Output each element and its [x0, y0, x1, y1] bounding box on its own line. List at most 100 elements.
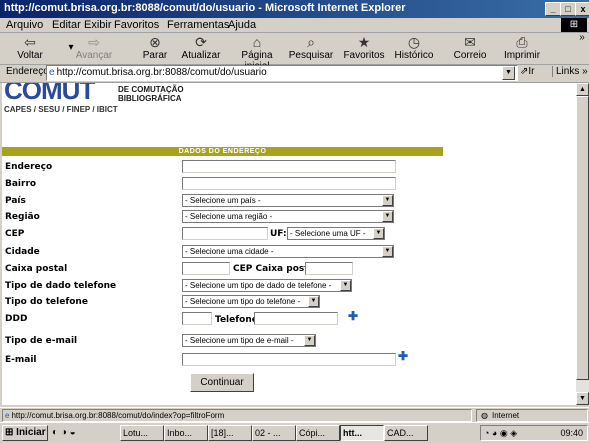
vertical-scrollbar[interactable]: ▲ ▼: [576, 83, 589, 405]
menu-editar[interactable]: Editar: [52, 19, 81, 31]
label-cidade: Cidade: [5, 247, 40, 257]
add-email-icon[interactable]: ✚: [398, 349, 408, 363]
minimize-button[interactable]: _: [545, 2, 561, 16]
back-arrow-icon: ⇦: [24, 34, 36, 50]
menu-bar: Arquivo Editar Exibir Favoritos Ferramen…: [0, 18, 589, 33]
section-title: DADOS DO ENDEREÇO: [2, 147, 443, 156]
address-label: Endereço: [6, 66, 49, 77]
label-regiao: Região: [5, 212, 40, 222]
menu-ajuda[interactable]: Ajuda: [228, 19, 256, 31]
window-title: http://comut.brisa.org.br:8088/comut/do/…: [4, 2, 406, 14]
label-tipo-email: Tipo de e-mail: [5, 336, 78, 346]
stop-icon: ⊗: [149, 34, 161, 50]
tipo-telefone-select[interactable]: - Selecione um tipo do telefone - ▼: [182, 295, 320, 308]
windows-logo-icon: ⊞: [561, 18, 587, 32]
back-button[interactable]: ⇦ Voltar: [10, 34, 50, 61]
mail-button[interactable]: ✉ Correio: [452, 34, 488, 61]
print-icon: ⎙: [516, 34, 528, 50]
home-icon: ⌂: [252, 34, 262, 50]
label-pais: País: [5, 196, 26, 206]
chevron-down-icon: ▼: [382, 211, 393, 222]
caixa-postal-input[interactable]: [182, 262, 230, 275]
email-input[interactable]: [182, 353, 396, 366]
label-tipo-dado-telefone: Tipo de dado telefone: [5, 281, 117, 291]
history-button[interactable]: ◷ Histórico: [393, 34, 435, 61]
start-button[interactable]: ⊞ Iniciar: [2, 425, 48, 441]
task-lotus[interactable]: Lotu...: [120, 425, 164, 441]
stop-button[interactable]: ⊗ Parar: [138, 34, 172, 61]
title-bar: http://comut.brisa.org.br:8088/comut/do/…: [0, 0, 589, 18]
menu-exibir[interactable]: Exibir: [84, 19, 112, 31]
label-cep: CEP: [5, 229, 25, 239]
task-18[interactable]: [18]...: [208, 425, 252, 441]
taskbar: ⊞ Iniciar ◐ ◑ ◒ Lotu... Inbo... [18]... …: [0, 422, 589, 443]
bairro-input[interactable]: [182, 177, 396, 190]
forward-button[interactable]: ⇨ Avançar: [70, 34, 118, 61]
chevron-down-icon: ▼: [382, 246, 393, 257]
task-inbox[interactable]: Inbo...: [164, 425, 208, 441]
globe-icon: ◍: [481, 411, 488, 420]
task-htt[interactable]: htt...: [340, 425, 384, 441]
address-dropdown[interactable]: ▼: [502, 66, 515, 80]
regiao-select[interactable]: - Selecione uma região - ▼: [182, 210, 394, 223]
status-text: e http://comut.brisa.org.br:8088/comut/do…: [2, 409, 472, 422]
tipo-email-select[interactable]: - Selecione um tipo de e-mail - ▼: [182, 334, 316, 347]
close-button[interactable]: x: [575, 2, 589, 16]
pais-select[interactable]: - Selecione um país - ▼: [182, 194, 394, 207]
telefone-input[interactable]: [254, 312, 338, 325]
print-button[interactable]: ⎙ Imprimir: [502, 34, 542, 61]
maximize-button[interactable]: □: [560, 2, 576, 16]
task-02[interactable]: 02 - ...: [252, 425, 296, 441]
cidade-select[interactable]: - Selecione uma cidade - ▼: [182, 245, 394, 258]
task-copia[interactable]: Cópi...: [296, 425, 340, 441]
uf-select[interactable]: - Selecione uma UF - ▼: [287, 227, 385, 240]
label-uf: UF:: [270, 229, 287, 239]
history-icon: ◷: [407, 34, 421, 50]
go-button[interactable]: ⇗Ir: [520, 66, 535, 77]
task-cad[interactable]: CAD...: [384, 425, 428, 441]
cep-caixa-postal-input[interactable]: [305, 262, 353, 275]
address-input[interactable]: e http://comut.brisa.org.br:8088/comut/do…: [46, 65, 518, 81]
system-tray: ◔ ◕ ◉ ◈ 09:40: [480, 425, 588, 441]
page-icon: e: [49, 67, 55, 78]
forward-arrow-icon: ⇨: [88, 34, 100, 50]
security-zone: ◍ Internet: [476, 409, 588, 422]
page-content: COMUT DE COMUTAÇÃO BIBLIOGRÁFICA CAPES / …: [2, 83, 576, 405]
cep-input[interactable]: [182, 227, 268, 240]
tipo-dado-telefone-select[interactable]: - Selecione um tipo de dado de telefone …: [182, 279, 352, 292]
menu-arquivo[interactable]: Arquivo: [6, 19, 43, 31]
favorites-button[interactable]: ★ Favoritos: [342, 34, 386, 61]
label-caixa-postal: Caixa postal: [5, 264, 68, 274]
label-telefone: Telefone: [215, 315, 258, 325]
scroll-thumb[interactable]: [576, 96, 589, 380]
label-tipo-telefone: Tipo do telefone: [5, 297, 88, 307]
label-ddd: DDD: [5, 314, 28, 324]
toolbar: ⇦ Voltar ▾ ⇨ Avançar ⊗ Parar ⟳ Atualizar…: [0, 32, 589, 72]
search-button[interactable]: ⌕ Pesquisar: [288, 34, 334, 61]
continue-button[interactable]: Continuar: [190, 373, 254, 392]
menu-favoritos[interactable]: Favoritos: [114, 19, 159, 31]
scroll-down-button[interactable]: ▼: [576, 392, 589, 405]
tagline: CAPES / SESU / FINEP / IBICT: [4, 105, 118, 114]
chevron-down-icon: ▼: [308, 296, 319, 307]
ddd-input[interactable]: [182, 312, 212, 325]
endereco-input[interactable]: [182, 160, 396, 173]
windows-logo-icon: ⊞: [5, 427, 14, 438]
add-telefone-icon[interactable]: ✚: [348, 309, 358, 323]
chevron-down-icon: ▼: [340, 280, 351, 291]
favorites-icon: ★: [357, 34, 371, 50]
tray-icons[interactable]: ◔ ◕ ◉ ◈: [481, 428, 517, 438]
links-button[interactable]: Links »: [552, 66, 588, 77]
chevron-down-icon: ▼: [373, 228, 384, 239]
refresh-button[interactable]: ⟳ Atualizar: [178, 34, 224, 61]
clock: 09:40: [560, 428, 583, 438]
mail-icon: ✉: [464, 34, 476, 50]
toolbar-chevron[interactable]: »: [576, 32, 588, 43]
label-bairro: Bairro: [5, 179, 37, 189]
chevron-down-icon: ▼: [382, 195, 393, 206]
address-bar: Endereço e http://comut.brisa.org.br:8088…: [0, 64, 589, 83]
quick-launch-icons[interactable]: ◐ ◑ ◒: [52, 427, 76, 438]
refresh-icon: ⟳: [195, 34, 207, 50]
menu-ferramentas[interactable]: Ferramentas: [167, 19, 229, 31]
scroll-up-button[interactable]: ▲: [576, 83, 589, 96]
